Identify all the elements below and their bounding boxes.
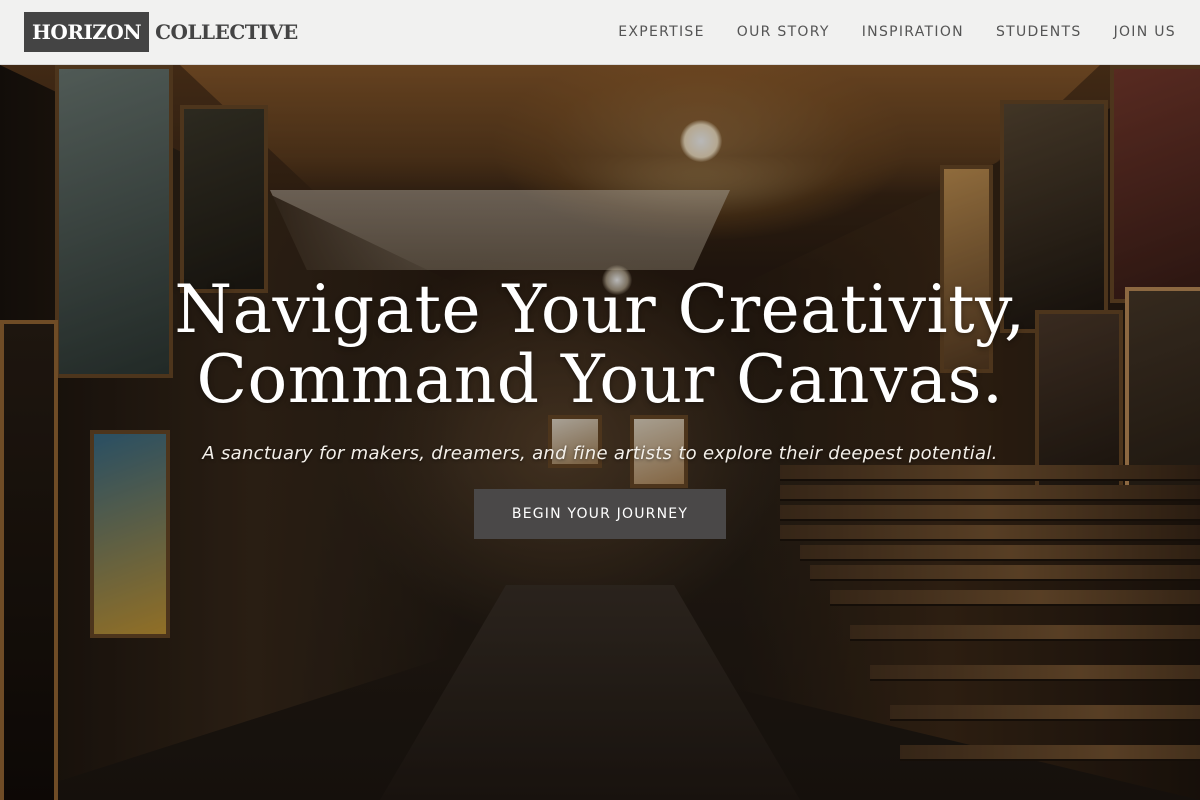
site-header: HORIZON COLLECTIVE EXPERTISE OUR STORY I… xyxy=(0,0,1200,65)
nav-link-join-us[interactable]: JOIN US xyxy=(1114,24,1176,40)
logo-text: COLLECTIVE xyxy=(155,20,298,44)
main-nav: EXPERTISE OUR STORY INSPIRATION STUDENTS… xyxy=(586,0,1176,64)
hero-section: Navigate Your Creativity, Command Your C… xyxy=(0,65,1200,800)
nav-link-our-story[interactable]: OUR STORY xyxy=(737,24,830,40)
hero-overlay xyxy=(0,65,1200,800)
hero-headline-line-2: Command Your Canvas. xyxy=(196,341,1004,418)
nav-link-students[interactable]: STUDENTS xyxy=(996,24,1082,40)
site-logo[interactable]: HORIZON COLLECTIVE xyxy=(24,12,298,52)
nav-link-inspiration[interactable]: INSPIRATION xyxy=(862,24,964,40)
hero-headline: Navigate Your Creativity, Command Your C… xyxy=(0,275,1200,415)
nav-link-expertise[interactable]: EXPERTISE xyxy=(618,24,705,40)
hero-subheadline: A sanctuary for makers, dreamers, and fi… xyxy=(202,443,998,464)
begin-journey-button[interactable]: BEGIN YOUR JOURNEY xyxy=(474,489,726,539)
logo-box: HORIZON xyxy=(24,12,150,52)
hero-headline-line-1: Navigate Your Creativity, xyxy=(174,271,1026,348)
